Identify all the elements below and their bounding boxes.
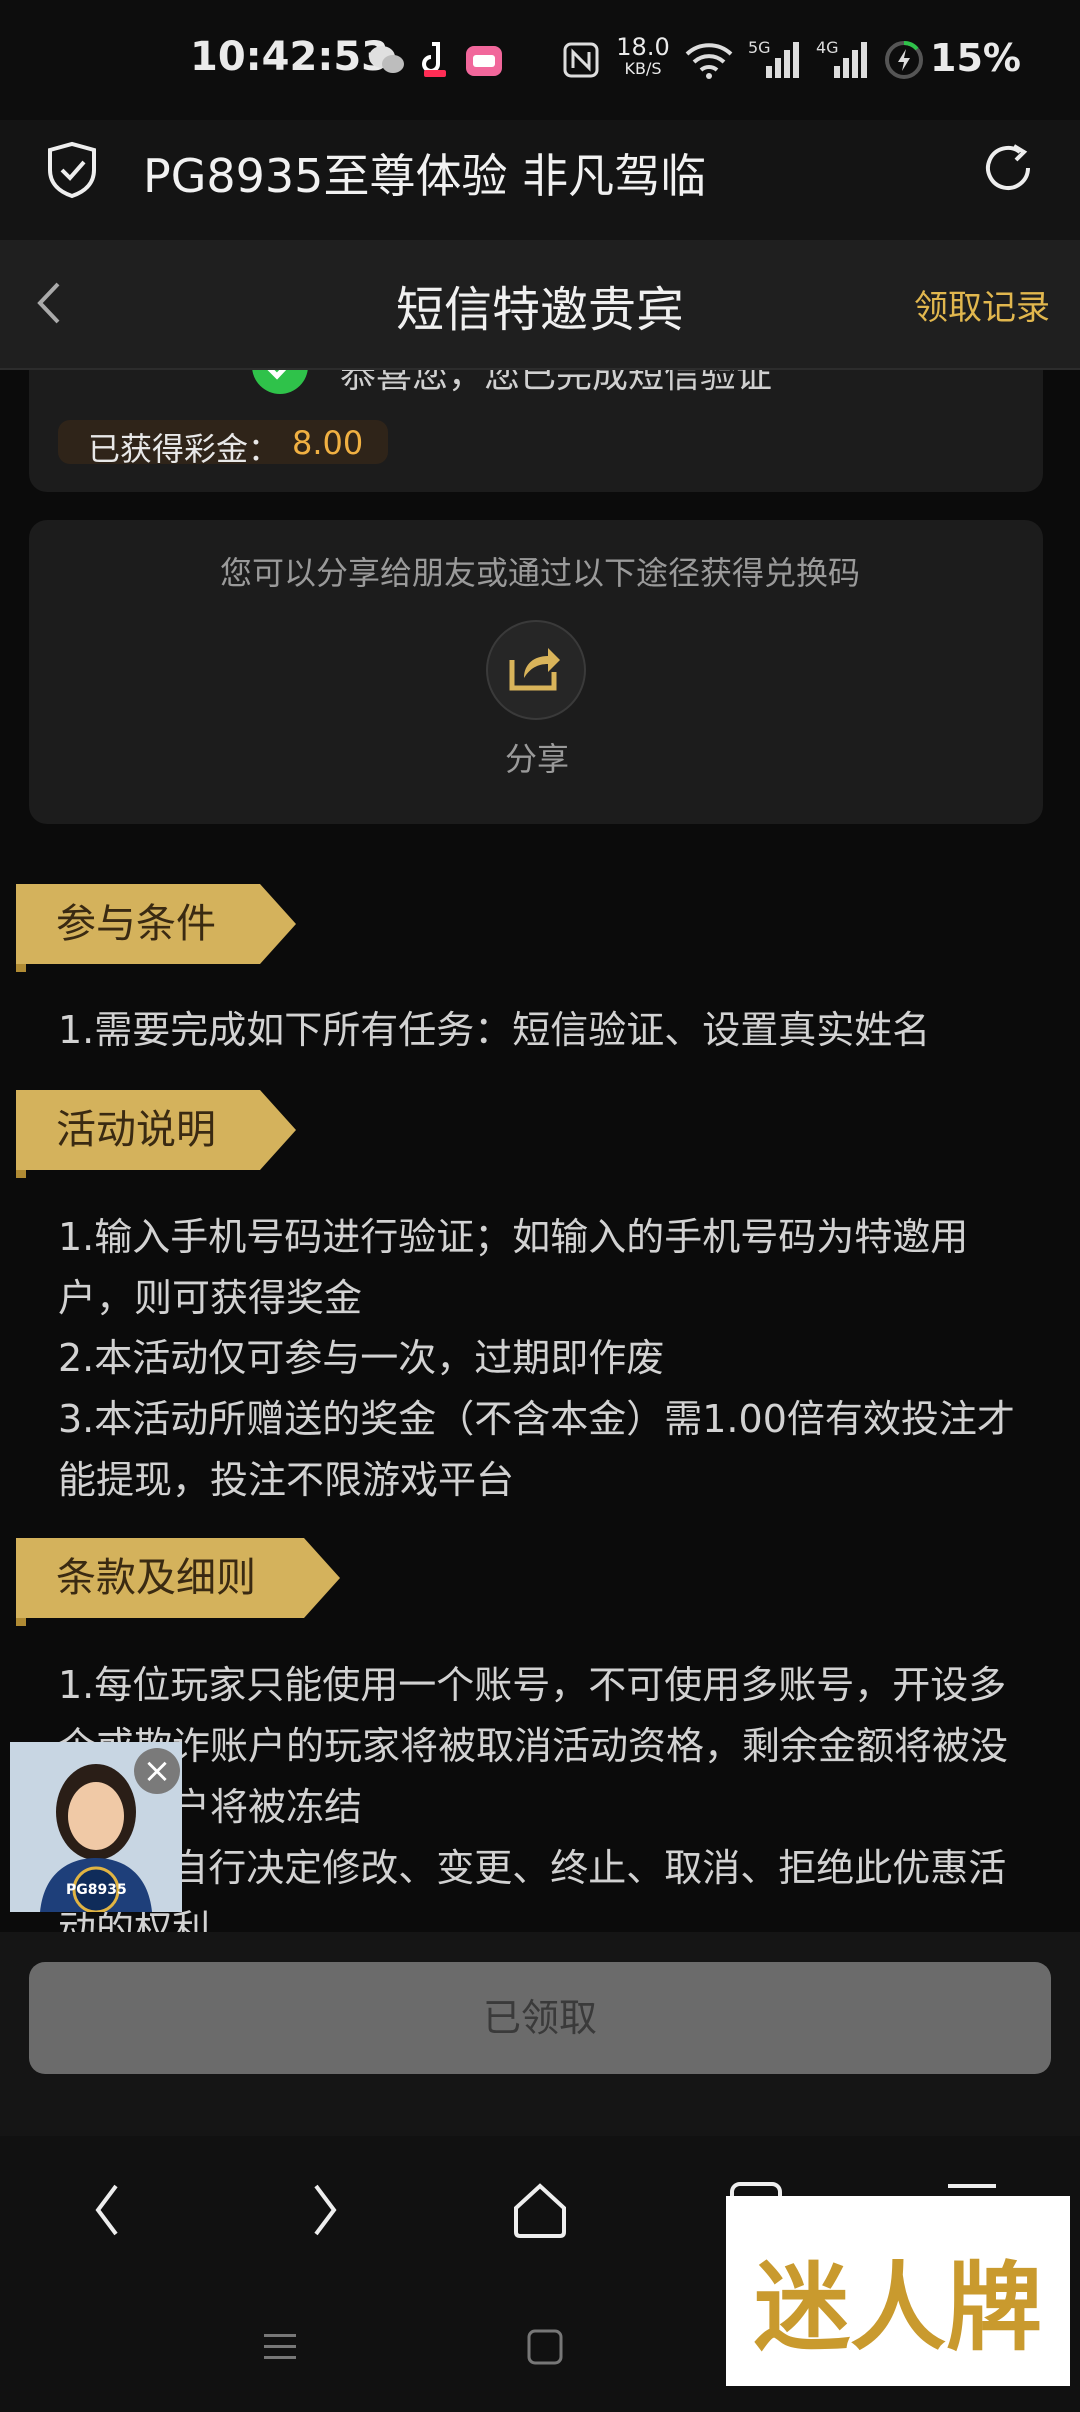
browser-page-title: PG8935至尊体验 非凡驾临 xyxy=(143,149,707,203)
earned-value: 8.00 xyxy=(292,424,364,462)
tiktok-icon xyxy=(420,40,450,78)
claim-record-link[interactable]: 领取记录 xyxy=(914,280,1050,329)
browser-forward-icon[interactable] xyxy=(300,2180,348,2240)
close-icon[interactable]: × xyxy=(134,1748,180,1794)
earned-label: 已获得彩金： xyxy=(88,430,281,468)
net-speed-value: 18.0 xyxy=(616,33,670,61)
avatar-badge-text: PG8935 xyxy=(66,1882,127,1898)
terms-line-1: 1.每位玩家只能使用一个账号，不可使用多账号，开设多个或欺诈账户的玩家将被取消活… xyxy=(58,1663,1009,1829)
status-time: 10:42:53 xyxy=(190,34,389,80)
reload-icon[interactable] xyxy=(978,138,1038,198)
system-home-icon[interactable] xyxy=(526,2328,564,2366)
claimed-button[interactable]: 已领取 xyxy=(29,1962,1051,2074)
signal-5g-label: 5G xyxy=(748,38,771,57)
wechat-icon xyxy=(368,44,404,76)
battery-percent: 15% xyxy=(930,36,1021,80)
description-line-1: 1.输入手机号码进行验证；如输入的手机号码为特邀用户，则可获得奖金 xyxy=(58,1215,969,1320)
section-tag-terms: 条款及细则 xyxy=(16,1538,340,1618)
description-line-3: 3.本活动所赠送的奖金（不含本金）需1.00倍有效投注才能提现，投注不限游戏平台 xyxy=(58,1397,1015,1502)
shield-check-icon[interactable] xyxy=(44,140,100,200)
recent-apps-icon[interactable] xyxy=(260,2326,300,2366)
section-tag-conditions: 参与条件 xyxy=(16,884,296,964)
signal-4g-label: 4G xyxy=(816,38,839,57)
network-speed: 18.0 KB/S xyxy=(616,33,670,80)
bilibili-icon xyxy=(465,42,503,78)
share-icon xyxy=(504,638,564,698)
conditions-line-1: 1.需要完成如下所有任务：短信验证、设置真实姓名 xyxy=(58,1008,931,1052)
browser-back-icon[interactable] xyxy=(84,2180,132,2240)
description-line-2: 2.本活动仅可参与一次，过期即作废 xyxy=(58,1336,665,1380)
share-label: 分享 xyxy=(504,740,569,778)
home-icon[interactable] xyxy=(508,2178,572,2242)
signal-5g-icon: 5G xyxy=(748,38,804,80)
signal-4g-icon: 4G xyxy=(816,38,872,80)
battery-charging-icon xyxy=(884,40,924,80)
share-description: 您可以分享给朋友或通过以下途径获得兑换码 xyxy=(219,554,860,592)
net-speed-unit: KB/S xyxy=(624,59,662,78)
section-tag-description: 活动说明 xyxy=(16,1090,296,1170)
watermark-text: 迷人牌 xyxy=(754,2251,1042,2364)
nfc-icon xyxy=(563,42,599,78)
watermark-logo: 迷人牌 xyxy=(726,2196,1070,2386)
wifi-icon xyxy=(684,40,734,80)
